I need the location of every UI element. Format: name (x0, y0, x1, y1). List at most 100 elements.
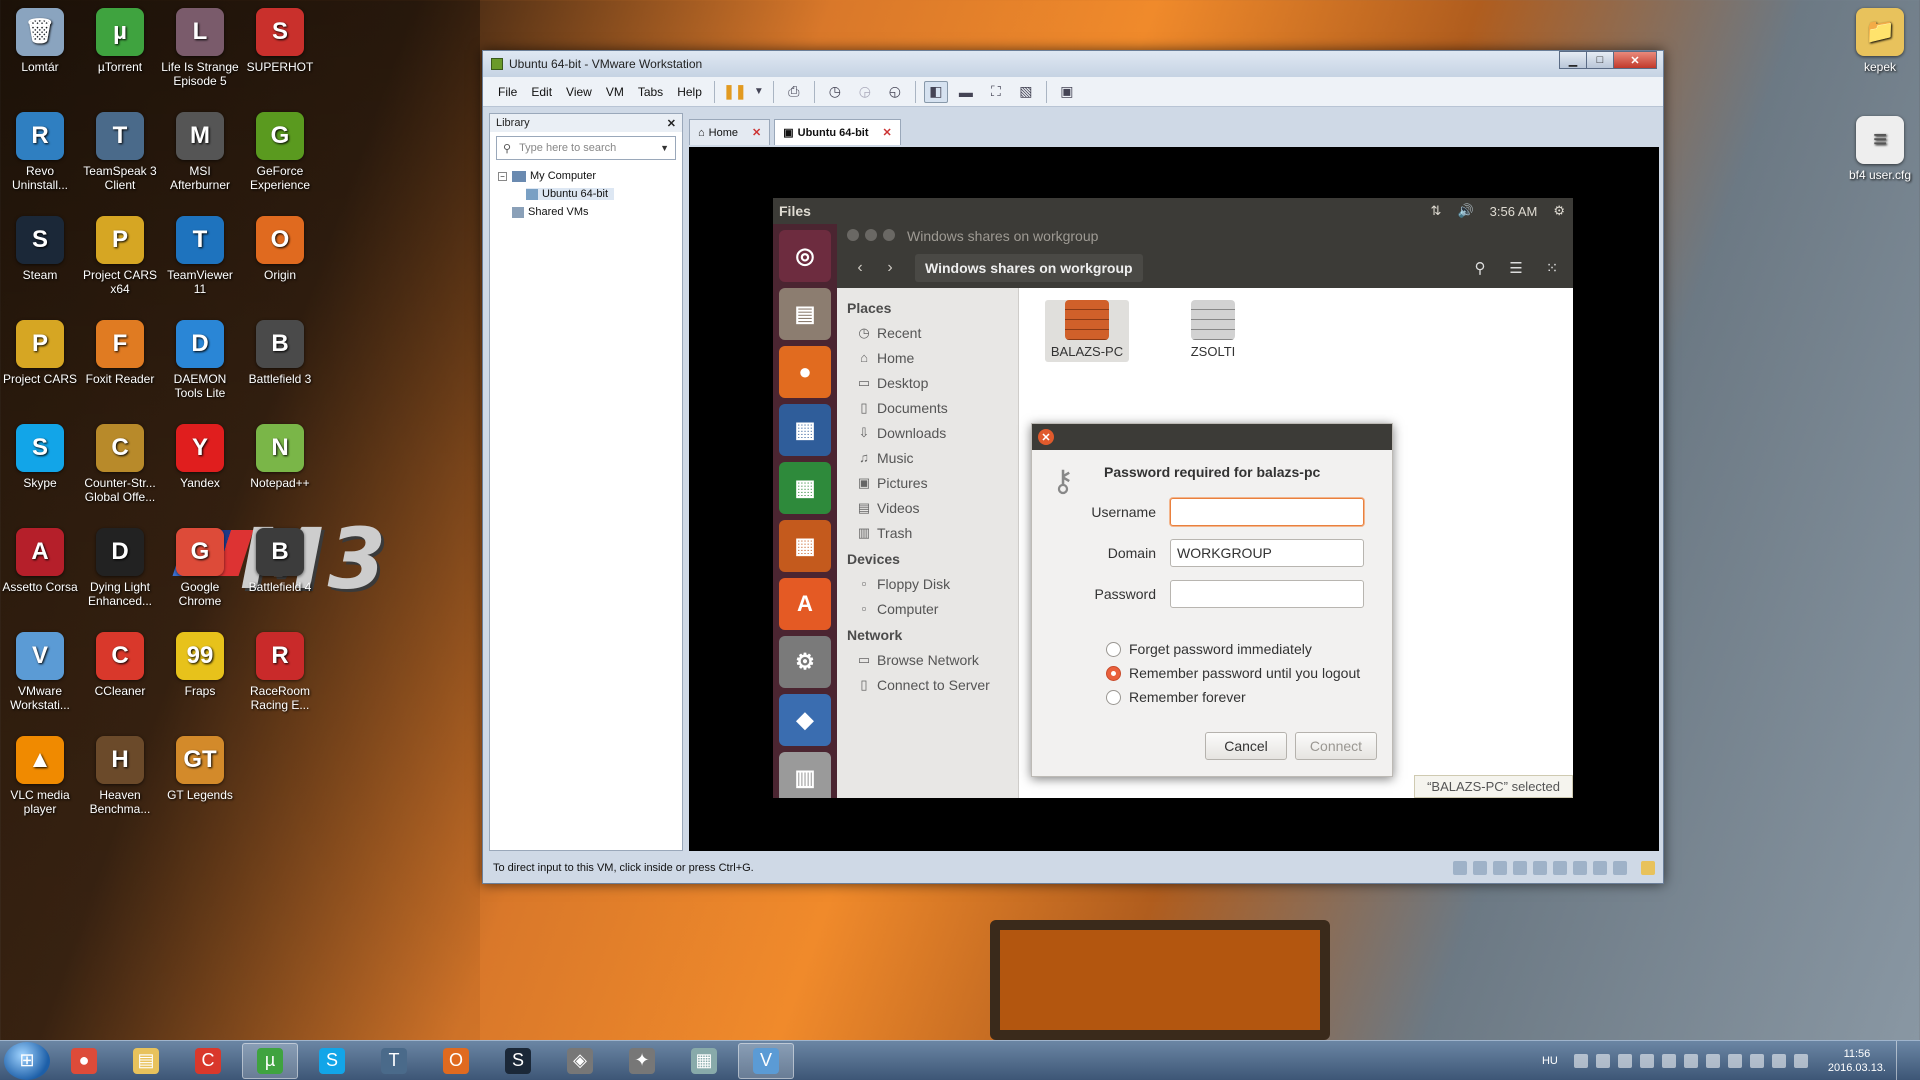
taskbar-skype-icon[interactable]: S (304, 1043, 360, 1079)
thumbnail-bar-icon[interactable]: ▬ (954, 81, 978, 103)
desktop-icon-battlefield-4[interactable]: B Battlefield 4 (240, 528, 320, 594)
radio-remember-forever[interactable]: Remember forever (1106, 689, 1246, 705)
taskbar-vmware-icon[interactable]: V (738, 1042, 794, 1079)
desktop-icon-counter-str-global-offe[interactable]: C Counter-Str... Global Offe... (80, 424, 160, 504)
full-screen-icon[interactable]: ⛶ (984, 81, 1008, 103)
grid-view-icon[interactable]: ⁙ (1537, 254, 1567, 282)
writer-icon[interactable]: ▦ (779, 404, 831, 456)
taskbar-ccleaner-icon[interactable]: C (180, 1043, 236, 1079)
sidebar-item-trash[interactable]: ▥ Trash (837, 520, 1018, 545)
tray-icon[interactable] (1749, 1054, 1764, 1068)
library-search[interactable]: ⚲ Type here to search ▼ (496, 136, 676, 160)
library-search-input[interactable]: Type here to search (519, 142, 660, 154)
clock[interactable]: 11:56 2016.03.13. (1828, 1047, 1886, 1075)
desktop-icon-life-is-strange-episode-5[interactable]: L Life Is Strange Episode 5 (160, 8, 240, 88)
tray-icon[interactable] (1573, 1054, 1588, 1068)
volume-icon[interactable]: 🔊 (1457, 203, 1473, 219)
revert-snapshot-icon[interactable]: ◶ (853, 81, 877, 103)
desktop-icon-origin[interactable]: O Origin (240, 216, 320, 282)
maximize-button[interactable]: □ (1586, 51, 1614, 69)
search-dropdown-icon[interactable]: ▼ (660, 143, 669, 153)
desktop-icon-battlefield-3[interactable]: B Battlefield 3 (240, 320, 320, 386)
firefox-icon[interactable]: ● (779, 346, 831, 398)
username-input[interactable] (1170, 498, 1364, 526)
tree-item-my-computer[interactable]: − My Computer (498, 170, 596, 182)
console-view-icon[interactable]: ▣ (1055, 81, 1079, 103)
vm-console[interactable]: Files ⇅ 🔊 3:56 AM ⚙ ◎ ▤ ● ▦ ▦ ▦ A ⚙ ◆ ▥ (689, 147, 1659, 851)
usb-icon[interactable] (1553, 861, 1567, 875)
desktop-icon-msi-afterburner[interactable]: M MSI Afterburner (160, 112, 240, 192)
cd-icon[interactable] (1473, 861, 1487, 875)
sidebar-item-pictures[interactable]: ▣ Pictures (837, 470, 1018, 495)
unity-icon[interactable]: ▧ (1014, 81, 1038, 103)
taskbar-explorer-icon[interactable]: ▤ (118, 1043, 174, 1079)
network-adapter-icon[interactable] (1533, 861, 1547, 875)
sidebar-item-floppy-disk[interactable]: ▫ Floppy Disk (837, 571, 1018, 596)
desktop-icon-project-cars[interactable]: P Project CARS (0, 320, 80, 386)
menu-help[interactable]: Help (670, 85, 709, 99)
snapshot-manager-icon[interactable]: ◵ (883, 81, 907, 103)
snapshot-icon[interactable]: ◷ (823, 81, 847, 103)
minimize-button[interactable]: ▁ (1559, 51, 1587, 69)
tray-icon[interactable] (1661, 1054, 1676, 1068)
taskbar-calculator-icon[interactable]: ▦ (676, 1043, 732, 1079)
panel-clock[interactable]: 3:56 AM (1490, 204, 1538, 219)
desktop-icon-project-cars-x64[interactable]: P Project CARS x64 (80, 216, 160, 296)
tray-icon[interactable] (1705, 1054, 1720, 1068)
taskbar-app9-icon[interactable]: ◈ (552, 1043, 608, 1079)
desktop-icon-gt-legends[interactable]: GT GT Legends (160, 736, 240, 802)
radio-button[interactable] (1106, 641, 1121, 657)
cancel-button[interactable]: Cancel (1205, 732, 1287, 760)
pause-icon[interactable]: ❚❚ (723, 81, 747, 103)
show-desktop-button[interactable] (1896, 1041, 1906, 1080)
power-dropdown-icon[interactable]: ▼ (753, 81, 765, 103)
language-indicator[interactable]: HU (1542, 1055, 1558, 1067)
system-gear-icon[interactable]: ⚙ (1553, 203, 1565, 219)
desktop-icon-revo-uninstall[interactable]: R Revo Uninstall... (0, 112, 80, 192)
ubuntu-desktop[interactable]: Files ⇅ 🔊 3:56 AM ⚙ ◎ ▤ ● ▦ ▦ ▦ A ⚙ ◆ ▥ (773, 198, 1573, 798)
sidebar-item-recent[interactable]: ◷ Recent (837, 320, 1018, 345)
tab-ubuntu[interactable]: ▣ Ubuntu 64-bit ✕ (774, 119, 901, 145)
tree-item-ubuntu[interactable]: Ubuntu 64-bit (526, 188, 615, 200)
sidebar-item-music[interactable]: ♫ Music (837, 445, 1018, 470)
desktop-icon-kepek[interactable]: 📁 kepek (1840, 8, 1920, 74)
vmware-titlebar[interactable]: Ubuntu 64-bit - VMware Workstation ▁ □ ✕ (483, 51, 1663, 77)
hdd-icon[interactable] (1453, 861, 1467, 875)
desktop-icon-raceroom-racing-e[interactable]: R RaceRoom Racing E... (240, 632, 320, 712)
close-tab-icon[interactable]: ✕ (883, 126, 892, 139)
desktop-icon-bf4-user-cfg[interactable]: ≡ bf4 user.cfg (1840, 116, 1920, 182)
desktop-icon-superhot[interactable]: S SUPERHOT (240, 8, 320, 74)
message-icon[interactable] (1641, 861, 1655, 875)
trash-launcher-icon[interactable]: ▥ (779, 752, 831, 798)
forward-icon[interactable]: › (875, 254, 905, 282)
taskbar-origin-icon[interactable]: O (428, 1043, 484, 1079)
close-button[interactable]: ✕ (1613, 51, 1657, 69)
sidebar-item-downloads[interactable]: ⇩ Downloads (837, 420, 1018, 445)
desktop-icon-lomt-r[interactable]: 🗑 Lomtár (0, 8, 80, 74)
tray-icon[interactable] (1617, 1054, 1632, 1068)
password-input[interactable] (1170, 580, 1364, 608)
collapse-icon[interactable]: − (498, 171, 507, 181)
menu-edit[interactable]: Edit (524, 85, 559, 99)
domain-input[interactable] (1170, 539, 1364, 567)
cd-icon[interactable] (1493, 861, 1507, 875)
software-center-icon[interactable]: A (779, 578, 831, 630)
dash-icon[interactable]: ◎ (779, 230, 831, 282)
radio-remember-until-logout[interactable]: Remember password until you logout (1106, 665, 1360, 681)
desktop-icon-vmware-workstati[interactable]: V VMware Workstati... (0, 632, 80, 712)
tray-icon[interactable] (1639, 1054, 1654, 1068)
close-tab-icon[interactable]: ✕ (752, 126, 761, 139)
desktop-icon-yandex[interactable]: Y Yandex (160, 424, 240, 490)
search-icon[interactable]: ⚲ (1465, 254, 1495, 282)
volume-icon[interactable] (1793, 1054, 1808, 1068)
back-icon[interactable]: ‹ (845, 254, 875, 282)
share-balazs-pc[interactable]: BALAZS-PC (1045, 300, 1129, 362)
desktop-icon-torrent[interactable]: µ µTorrent (80, 8, 160, 74)
taskbar-steam-icon[interactable]: S (490, 1043, 546, 1079)
menu-vm[interactable]: VM (599, 85, 631, 99)
printer-icon[interactable] (1573, 861, 1587, 875)
desktop-icon-fraps[interactable]: 99 Fraps (160, 632, 240, 698)
sidebar-item-connect-to-server[interactable]: ▯ Connect to Server (837, 672, 1018, 697)
menu-tabs[interactable]: Tabs (631, 85, 670, 99)
amazon-icon[interactable]: ◆ (779, 694, 831, 746)
